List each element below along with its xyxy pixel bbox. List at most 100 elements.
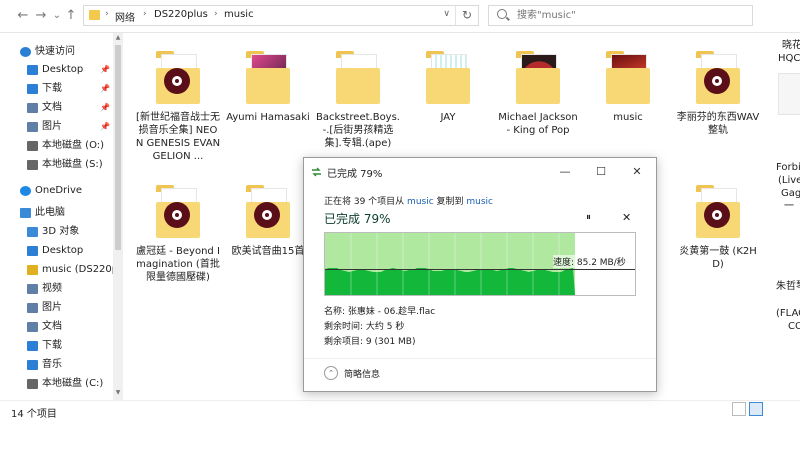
details-view-icon[interactable]: [732, 402, 746, 416]
drive-icon: [27, 160, 38, 170]
copy-arrows-icon: [312, 167, 321, 177]
folder-item[interactable]: 盧冠廷 - Beyond Imagination (首批限量德國壓碟): [135, 180, 221, 284]
large-icons-view-icon[interactable]: [749, 402, 763, 416]
fewer-details-button[interactable]: 简略信息: [344, 367, 380, 380]
nav-item-label: OneDrive: [35, 185, 83, 196]
right-column-partial: 晓花 HQC Forbi (Live) Gag 一 朱哲琴 (FLAC CO: [772, 33, 800, 400]
nav-item[interactable]: 快速访问: [0, 43, 112, 61]
nav-item[interactable]: 本地磁盘 (O:): [0, 137, 112, 155]
search-input[interactable]: [517, 8, 737, 23]
music-folder-icon: [514, 46, 562, 106]
folder-name: Michael Jackson - King of Pop: [498, 112, 578, 136]
minimize-button[interactable]: —: [553, 163, 577, 181]
items-remaining-line: 剩余项目: 9 (301 MB): [324, 337, 416, 347]
star-icon: [20, 47, 31, 57]
maximize-button[interactable]: ☐: [589, 163, 613, 181]
cube-icon: [27, 227, 38, 237]
pin-icon: 📌: [100, 122, 110, 131]
breadcrumb-network[interactable]: 网络: [115, 9, 135, 24]
download-icon: [27, 341, 38, 351]
music-folder-icon: [244, 46, 292, 106]
nav-item-label: 本地磁盘 (O:): [42, 140, 105, 151]
nav-item[interactable]: 文档: [0, 318, 112, 336]
folder-item[interactable]: Ayumi Hamasaki: [225, 46, 311, 124]
folder-item[interactable]: JAY: [405, 46, 491, 124]
folder-item[interactable]: Michael Jackson - King of Pop: [495, 46, 581, 137]
nav-item[interactable]: 文档 📌: [0, 99, 112, 117]
computer-icon: [20, 208, 31, 218]
window-close-button[interactable]: ✕: [625, 163, 649, 181]
nav-item[interactable]: 图片: [0, 299, 112, 317]
nav-item[interactable]: 此电脑: [0, 204, 112, 222]
source-folder-link[interactable]: music: [407, 197, 434, 207]
folder-item[interactable]: 炎黄第一鼓 (K2HD): [675, 180, 761, 271]
status-bar: 14 个项目: [0, 400, 800, 421]
speed-label: 速度: 85.2 MB/秒: [553, 255, 626, 268]
pin-icon: 📌: [100, 65, 110, 74]
file-name-line: 名称: 张惠妹 - 06.趁早.flac: [324, 307, 436, 317]
navigation-pane: 快速访问 Desktop 📌 下载 📌 文档 📌 图片 📌 本地磁盘 (O:) 本地磁盘 (S:) O…: [0, 33, 124, 400]
music-folder-icon: [154, 180, 202, 240]
nav-scrollbar[interactable]: ▲ ▼: [113, 33, 123, 400]
nav-item[interactable]: Desktop 📌: [0, 61, 112, 79]
nav-item[interactable]: 本地磁盘 (S:): [0, 156, 112, 174]
up-arrow-icon[interactable]: ↑: [62, 7, 80, 25]
nav-item-label: 3D 对象: [42, 226, 80, 237]
nav-item[interactable]: music (DS220p: [0, 261, 118, 279]
nav-item[interactable]: 下载 📌: [0, 80, 112, 98]
nav-item[interactable]: 本地磁盘 (C:): [0, 375, 112, 393]
transfer-speed-graph: 速度: 85.2 MB/秒: [324, 232, 636, 296]
nav-item[interactable]: Desktop: [0, 242, 112, 260]
nav-item[interactable]: 下载: [0, 337, 112, 355]
folder-icon: [778, 73, 800, 115]
dialog-titlebar: 已完成 79% — ☐ ✕: [304, 158, 656, 186]
nav-item-label: 文档: [42, 321, 62, 332]
folder-item[interactable]: [新世纪福音战士无损音乐全集] NEON GENESIS EVANGELION …: [135, 46, 221, 163]
scrollbar-thumb[interactable]: [115, 45, 121, 250]
nav-item-label: 视频: [42, 283, 62, 294]
nav-item[interactable]: 图片 📌: [0, 118, 112, 136]
folder-name: 欧美试音曲15首: [231, 246, 305, 257]
nav-item-label: Desktop: [42, 245, 84, 256]
dialog-title: 已完成 79%: [327, 169, 383, 180]
address-bar[interactable]: › 网络 › DS220plus › music ∨ ↻: [83, 5, 479, 26]
current-speed-line: [325, 269, 635, 270]
music-folder-icon: [334, 46, 382, 106]
document-icon: [27, 103, 38, 113]
breadcrumb-music[interactable]: music: [224, 9, 254, 20]
document-icon: [27, 322, 38, 332]
picture-icon: [27, 122, 38, 132]
nav-item-label: music (DS220p: [42, 264, 119, 275]
music-folder-icon: [244, 180, 292, 240]
nav-item-label: 下载: [42, 340, 62, 351]
back-arrow-icon[interactable]: ←: [14, 7, 32, 25]
nav-item[interactable]: 视频: [0, 280, 112, 298]
folder-item[interactable]: music: [585, 46, 671, 124]
search-box[interactable]: [488, 5, 753, 26]
music-folder-icon: [604, 46, 652, 106]
folder-icon: [89, 10, 100, 20]
chevron-down-icon[interactable]: ∨: [443, 9, 450, 19]
folder-item[interactable]: Backstreet.Boys.-.[后街男孩精选集].专辑.(ape): [315, 46, 401, 150]
folder-item[interactable]: 李丽芬的东西WAV整轨: [675, 46, 761, 137]
nav-item[interactable]: 音乐: [0, 356, 112, 374]
item-count: 14 个项目: [11, 409, 57, 420]
pause-button[interactable]: ⏸: [586, 212, 591, 223]
music-folder-icon: [154, 46, 202, 106]
music-folder-icon: [694, 46, 742, 106]
cloud-icon: [20, 186, 31, 196]
music-folder-icon: [424, 46, 472, 106]
music-folder-icon: [694, 180, 742, 240]
desktop-icon: [27, 246, 38, 256]
breadcrumb-ds220plus[interactable]: DS220plus: [154, 9, 208, 20]
folder-name: 炎黄第一鼓 (K2HD): [679, 246, 757, 270]
nav-item[interactable]: OneDrive: [0, 182, 112, 200]
pin-icon: 📌: [100, 84, 110, 93]
chevron-up-icon[interactable]: ⌃: [324, 366, 338, 380]
nav-item[interactable]: 3D 对象: [0, 223, 112, 241]
refresh-icon[interactable]: ↻: [455, 6, 478, 25]
folder-item[interactable]: 欧美试音曲15首: [225, 180, 311, 258]
nav-item-label: Desktop: [42, 64, 84, 75]
target-folder-link[interactable]: music: [466, 197, 493, 207]
cancel-button[interactable]: ✕: [622, 211, 631, 224]
